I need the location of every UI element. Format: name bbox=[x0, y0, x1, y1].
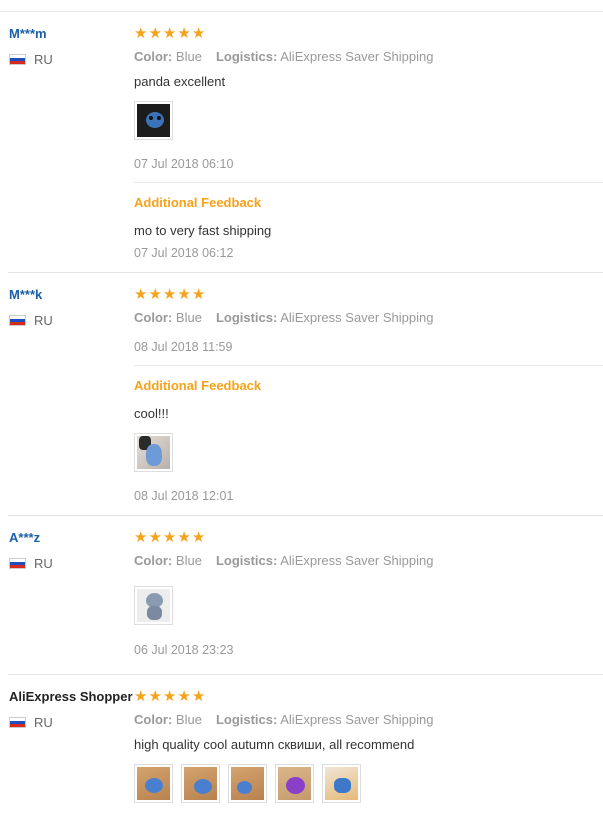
star-icon: ★ bbox=[162, 25, 177, 42]
star-rating: ★ ★ ★ ★ ★ bbox=[134, 26, 205, 41]
star-rating: ★ ★ ★ ★ ★ bbox=[134, 689, 205, 704]
russia-flag-icon bbox=[9, 717, 26, 728]
star-icon: ★ bbox=[134, 286, 148, 303]
star-icon: ★ bbox=[177, 529, 191, 546]
star-icon: ★ bbox=[134, 688, 148, 705]
logistics-value: AliExpress Saver Shipping bbox=[280, 49, 434, 64]
star-icon: ★ bbox=[191, 688, 206, 705]
color-label: Color: bbox=[134, 553, 173, 568]
photo-list bbox=[134, 586, 173, 625]
star-icon: ★ bbox=[162, 529, 177, 546]
country-code: RU bbox=[34, 715, 53, 730]
review-date: 06 Jul 2018 23:23 bbox=[134, 643, 234, 657]
star-icon: ★ bbox=[177, 286, 191, 303]
review-text: panda excellent bbox=[134, 74, 226, 89]
additional-feedback-text: cool!!! bbox=[134, 406, 169, 421]
reviewer-country: RU bbox=[9, 313, 53, 328]
additional-feedback-date: 08 Jul 2018 12:01 bbox=[134, 489, 234, 503]
reviewer-country: RU bbox=[9, 715, 53, 730]
country-code: RU bbox=[34, 556, 53, 571]
review-date: 07 Jul 2018 06:10 bbox=[134, 157, 234, 171]
color-label: Color: bbox=[134, 310, 173, 325]
reviewer-country: RU bbox=[9, 556, 53, 571]
star-icon: ★ bbox=[177, 25, 191, 42]
review-photo[interactable] bbox=[134, 101, 173, 140]
star-icon: ★ bbox=[162, 688, 177, 705]
reviewer-country: RU bbox=[9, 52, 53, 67]
photo-list bbox=[134, 101, 173, 140]
russia-flag-icon bbox=[9, 558, 26, 569]
star-rating: ★ ★ ★ ★ ★ bbox=[134, 287, 205, 302]
divider bbox=[134, 182, 603, 183]
additional-feedback-date: 07 Jul 2018 06:12 bbox=[134, 246, 234, 260]
review-divider bbox=[8, 674, 603, 675]
star-icon: ★ bbox=[148, 25, 162, 42]
review-photo[interactable] bbox=[275, 764, 314, 803]
top-divider bbox=[0, 11, 603, 12]
order-info: Color: Blue Logistics: AliExpress Saver S… bbox=[134, 553, 433, 568]
star-icon: ★ bbox=[148, 529, 162, 546]
star-rating: ★ ★ ★ ★ ★ bbox=[134, 530, 205, 545]
review-photo[interactable] bbox=[134, 433, 173, 472]
order-info: Color: Blue Logistics: AliExpress Saver S… bbox=[134, 310, 433, 325]
reviewer-name[interactable]: M***m bbox=[9, 26, 47, 41]
country-code: RU bbox=[34, 313, 53, 328]
review-divider bbox=[8, 272, 603, 273]
review-photo[interactable] bbox=[228, 764, 267, 803]
star-icon: ★ bbox=[134, 25, 148, 42]
photo-list bbox=[134, 764, 361, 803]
order-info: Color: Blue Logistics: AliExpress Saver S… bbox=[134, 49, 433, 64]
review-photo[interactable] bbox=[322, 764, 361, 803]
review-photo[interactable] bbox=[134, 764, 173, 803]
logistics-value: AliExpress Saver Shipping bbox=[280, 310, 434, 325]
reviewer-name[interactable]: AliExpress Shopper bbox=[9, 689, 133, 704]
logistics-label: Logistics: bbox=[215, 712, 278, 727]
additional-feedback-text: mo to very fast shipping bbox=[134, 223, 272, 238]
logistics-label: Logistics: bbox=[215, 49, 278, 64]
logistics-value: AliExpress Saver Shipping bbox=[280, 712, 434, 727]
color-label: Color: bbox=[134, 49, 173, 64]
color-value: Blue bbox=[175, 310, 202, 325]
color-label: Color: bbox=[134, 712, 173, 727]
review-photo[interactable] bbox=[181, 764, 220, 803]
photo-list bbox=[134, 433, 173, 472]
divider bbox=[134, 365, 603, 366]
reviewer-name[interactable]: A***z bbox=[9, 530, 40, 545]
star-icon: ★ bbox=[191, 25, 206, 42]
review-divider bbox=[8, 515, 603, 516]
review-text: high quality cool autumn сквиши, all rec… bbox=[134, 737, 415, 752]
country-code: RU bbox=[34, 52, 53, 67]
review-photo[interactable] bbox=[134, 586, 173, 625]
star-icon: ★ bbox=[134, 529, 148, 546]
russia-flag-icon bbox=[9, 315, 26, 326]
star-icon: ★ bbox=[162, 286, 177, 303]
review-date: 08 Jul 2018 11:59 bbox=[134, 340, 233, 354]
star-icon: ★ bbox=[191, 286, 206, 303]
star-icon: ★ bbox=[148, 286, 162, 303]
color-value: Blue bbox=[175, 49, 202, 64]
order-info: Color: Blue Logistics: AliExpress Saver S… bbox=[134, 712, 433, 727]
reviewer-name[interactable]: M***k bbox=[9, 287, 42, 302]
additional-feedback-title: Additional Feedback bbox=[134, 195, 262, 210]
star-icon: ★ bbox=[177, 688, 191, 705]
logistics-label: Logistics: bbox=[215, 310, 278, 325]
logistics-label: Logistics: bbox=[215, 553, 278, 568]
russia-flag-icon bbox=[9, 54, 26, 65]
star-icon: ★ bbox=[191, 529, 206, 546]
additional-feedback-title: Additional Feedback bbox=[134, 378, 262, 393]
logistics-value: AliExpress Saver Shipping bbox=[280, 553, 434, 568]
color-value: Blue bbox=[175, 553, 202, 568]
star-icon: ★ bbox=[148, 688, 162, 705]
color-value: Blue bbox=[175, 712, 202, 727]
